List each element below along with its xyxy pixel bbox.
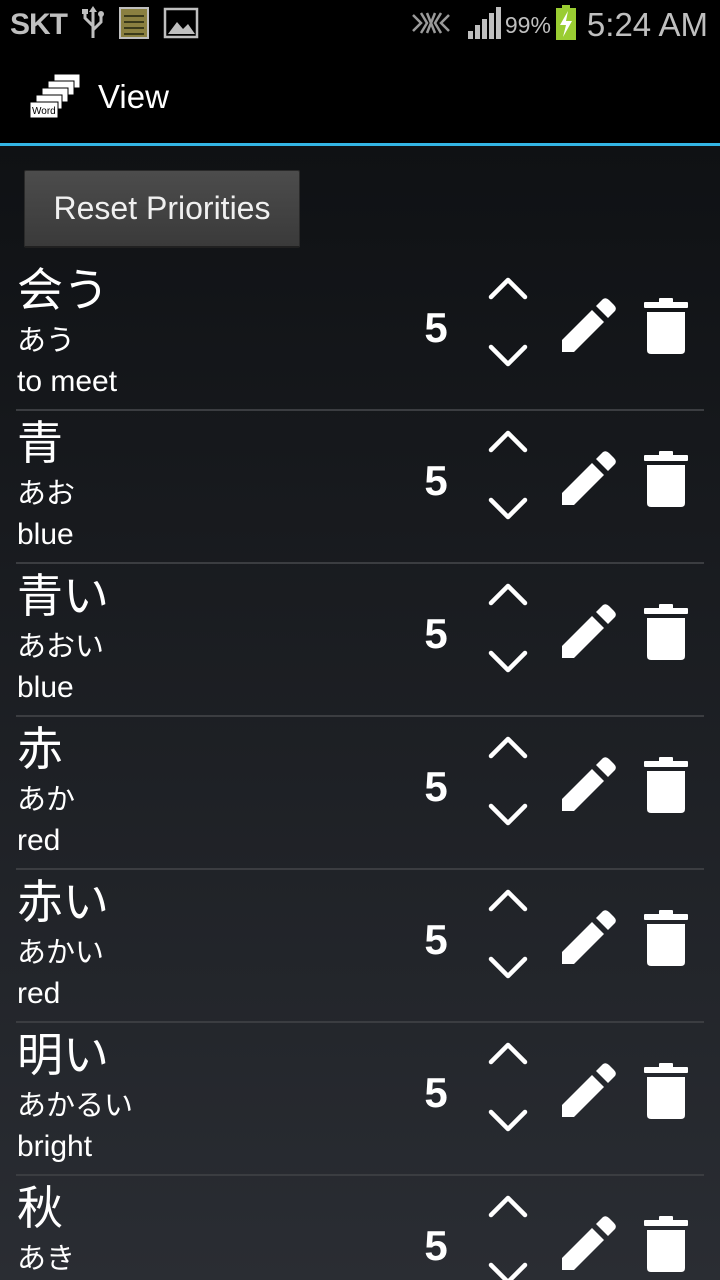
word-kana: あおい [17, 629, 105, 663]
usb-icon [81, 6, 105, 44]
priority-up-icon[interactable] [488, 886, 528, 912]
priority-up-icon[interactable] [488, 274, 528, 300]
word-kana: あか [17, 782, 76, 816]
priority-down-icon[interactable] [488, 344, 528, 370]
word-row: 秋 あき 5 [16, 1176, 704, 1280]
word-kanji: 明い [17, 1028, 109, 1082]
priority-value: 5 [424, 916, 448, 963]
edit-icon[interactable] [558, 298, 616, 356]
word-kana: あお [17, 476, 76, 510]
carrier-name: SKT [10, 8, 68, 41]
word-meaning: bright [17, 1130, 93, 1163]
delete-icon[interactable] [644, 451, 688, 507]
priority-up-icon[interactable] [488, 1039, 528, 1065]
priority-value: 5 [424, 1069, 448, 1116]
battery-charging-icon [555, 5, 577, 45]
status-bar-left: SKT [10, 6, 199, 44]
priority-down-icon[interactable] [488, 803, 528, 829]
delete-icon[interactable] [644, 298, 688, 354]
word-kana: あかい [17, 935, 105, 969]
word-row: 明い あかるい bright 5 [16, 1023, 704, 1176]
priority-up-icon[interactable] [488, 580, 528, 606]
reset-priorities-button[interactable]: Reset Priorities [24, 170, 300, 248]
app-logo-text: Word [32, 106, 56, 117]
priority-value: 5 [424, 304, 448, 351]
word-kanji: 青 [17, 416, 63, 470]
word-kanji: 秋 [17, 1181, 63, 1235]
word-list: 会う あう to meet 5 青 あお blue 5 青い あおい blue … [0, 258, 720, 1280]
edit-icon[interactable] [558, 451, 616, 509]
word-meaning: red [17, 824, 61, 857]
no-sim-icon [411, 9, 451, 41]
word-meaning: blue [17, 518, 74, 551]
word-meaning: to meet [17, 365, 118, 398]
word-kanji: 会う [17, 263, 109, 317]
word-kanji: 赤 [17, 722, 63, 776]
word-meaning: blue [17, 671, 74, 704]
word-kanji: 青い [17, 569, 109, 623]
priority-up-icon[interactable] [488, 733, 528, 759]
priority-down-icon[interactable] [488, 1262, 528, 1280]
page-title: View [98, 78, 169, 115]
gallery-icon [163, 6, 199, 44]
word-row: 青 あお blue 5 [16, 411, 704, 564]
delete-icon[interactable] [644, 910, 688, 966]
status-bar: SKT 99% 5:24 AM [0, 0, 720, 50]
priority-down-icon[interactable] [488, 956, 528, 982]
priority-value: 5 [424, 763, 448, 810]
word-row: 会う あう to meet 5 [16, 258, 704, 411]
status-bar-right: 99% 5:24 AM [411, 4, 708, 46]
word-kana: あう [17, 323, 76, 357]
word-kana: あかるい [17, 1088, 134, 1122]
main-content: Reset Priorities 会う あう to meet 5 青 あお bl… [0, 146, 720, 1280]
priority-value: 5 [424, 457, 448, 504]
priority-value: 5 [424, 1222, 448, 1269]
priority-down-icon[interactable] [488, 497, 528, 523]
word-kana: あき [17, 1241, 76, 1275]
priority-up-icon[interactable] [488, 1192, 528, 1218]
edit-icon[interactable] [558, 604, 616, 662]
action-bar: Word View [0, 50, 720, 146]
word-row: 青い あおい blue 5 [16, 564, 704, 717]
delete-icon[interactable] [644, 604, 688, 660]
priority-up-icon[interactable] [488, 427, 528, 453]
signal-icon [467, 7, 501, 43]
notes-icon [119, 6, 149, 44]
delete-icon[interactable] [644, 757, 688, 813]
word-row: 赤い あかい red 5 [16, 870, 704, 1023]
edit-icon[interactable] [558, 1216, 616, 1274]
edit-icon[interactable] [558, 757, 616, 815]
clock: 5:24 AM [586, 6, 708, 43]
priority-down-icon[interactable] [488, 650, 528, 676]
delete-icon[interactable] [644, 1063, 688, 1119]
priority-value: 5 [424, 610, 448, 657]
word-meaning: red [17, 977, 61, 1010]
delete-icon[interactable] [644, 1216, 688, 1272]
edit-icon[interactable] [558, 1063, 616, 1121]
word-row: 赤 あか red 5 [16, 717, 704, 870]
edit-icon[interactable] [558, 910, 616, 968]
word-kanji: 赤い [17, 875, 109, 929]
app-logo[interactable]: Word [29, 72, 84, 122]
priority-down-icon[interactable] [488, 1109, 528, 1135]
battery-percent: 99% [504, 11, 551, 38]
